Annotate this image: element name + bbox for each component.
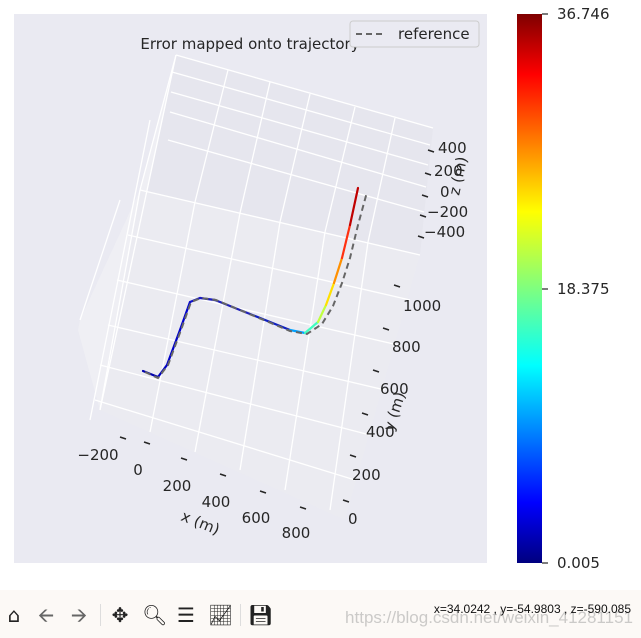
z-tick-label: 400: [438, 139, 467, 157]
cursor-coordinates: x=34.0242 , y=-54.9803 , z=-590.085: [433, 602, 631, 616]
home-icon[interactable]: ⌂: [3, 604, 25, 626]
colorbar-tick-label: 18.375: [557, 280, 610, 298]
chart-title: Error mapped onto trajectory: [140, 35, 359, 53]
figure: Error mapped onto trajectory reference −…: [14, 5, 610, 572]
colorbar-tick-label: 0.005: [557, 554, 600, 572]
x-tick-label: 600: [242, 509, 271, 527]
x-tick-label: −200: [77, 446, 118, 464]
colorbar-tick-label: 36.746: [557, 5, 610, 23]
x-tick-label: 400: [202, 493, 231, 511]
edit-axis-icon[interactable]: 📈︎: [208, 604, 233, 626]
colorbar-ticks: 36.746 18.375 0.005: [542, 5, 610, 572]
zoom-icon[interactable]: 🔍︎: [142, 604, 167, 626]
x-tick-label: 800: [282, 524, 311, 542]
pan-icon[interactable]: ✥: [109, 604, 131, 626]
x-tick-label: 0: [133, 461, 143, 479]
x-tick-label: 200: [163, 477, 192, 495]
y-tick-label: 200: [352, 466, 381, 484]
z-tick-label: −200: [427, 203, 468, 221]
z-tick-label: −400: [424, 223, 465, 241]
forward-icon[interactable]: 🡪: [68, 604, 90, 626]
legend: reference: [349, 20, 480, 48]
colorbar: [517, 14, 542, 563]
back-icon[interactable]: 🡨: [35, 604, 57, 626]
toolbar: ⌂ 🡨 🡪 ✥ 🔍︎ ☰ 📈︎ 💾︎ https://blog.csdn.net…: [0, 590, 641, 638]
configure-subplots-icon[interactable]: ☰: [175, 604, 197, 626]
save-icon[interactable]: 💾︎: [248, 604, 273, 626]
y-tick-label: 1000: [403, 297, 441, 315]
legend-entry-reference: reference: [398, 25, 470, 43]
y-tick-label: 0: [348, 510, 358, 528]
y-tick-label: 800: [392, 338, 421, 356]
